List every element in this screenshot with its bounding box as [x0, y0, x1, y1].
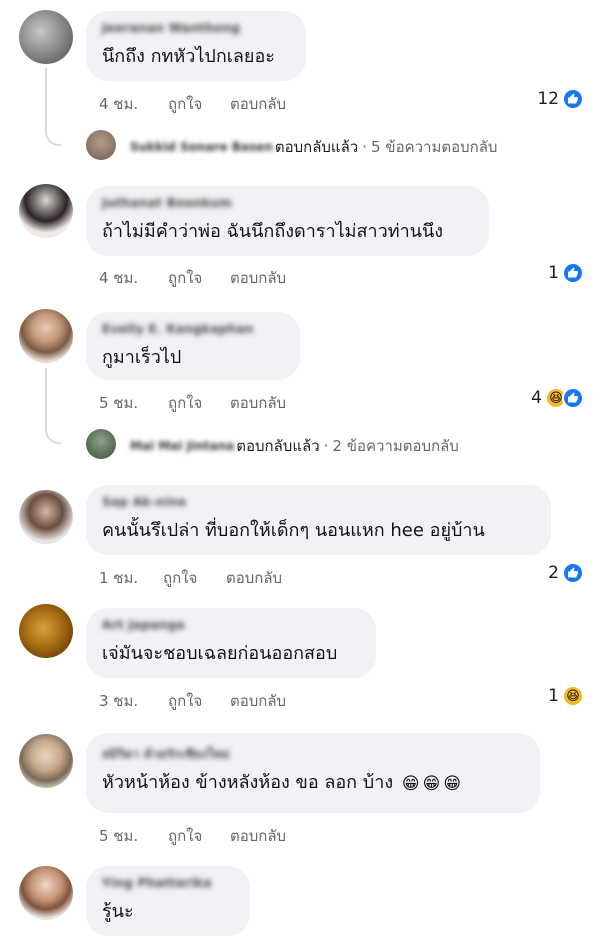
- like-button[interactable]: ถูกใจ: [168, 689, 202, 713]
- like-icon: [562, 262, 584, 284]
- comment-actions: 4 ชม. ถูกใจ ตอบกลับ: [99, 92, 359, 113]
- comment-bubble: สมิริดา ด้วยรักเชียงใหม่ หัวหน้าห้อง ข้า…: [86, 733, 540, 813]
- thread-connector: [45, 368, 61, 444]
- comment-bubble: Jeeranan Wanthong นึกถึง กทหัวไปกเลยอะ: [86, 11, 306, 81]
- avatar[interactable]: [19, 184, 73, 238]
- replied-label: ตอบกลับแล้ว: [274, 138, 359, 156]
- comment-text-content: หัวหน้าห้อง ข้างหลังห้อง ขอ ลอก บ้าง: [102, 772, 394, 793]
- comment-bubble: Art Japanga เจ่มันจะชอบเฉลยก่อนออกสอบ: [86, 608, 376, 678]
- reply-button[interactable]: ตอบกลับ: [230, 824, 286, 848]
- reply-avatar[interactable]: [86, 130, 116, 160]
- comment-text: กูมาเร็วไป: [102, 347, 182, 368]
- comment-time[interactable]: 4 ชม.: [99, 92, 138, 116]
- haha-icon: 😆: [562, 685, 584, 707]
- grinning-emoji-icon: 😁: [443, 774, 462, 794]
- reply-button[interactable]: ตอบกลับ: [230, 689, 286, 713]
- reaction-summary[interactable]: 2: [548, 561, 584, 585]
- comment-bubble: Sap Ak-nine คนนั้นรึเปล่า ที่บอกให้เด็กๆ…: [86, 485, 551, 555]
- comment-bubble: Evelly E. Kangkaphan กูมาเร็วไป: [86, 312, 300, 380]
- comment-author[interactable]: สมิริดา ด้วยรักเชียงใหม่: [102, 745, 522, 762]
- comment-bubble: Ying Phattarika รู้นะ: [86, 866, 250, 936]
- comment-author[interactable]: Evelly E. Kangkaphan: [102, 322, 282, 339]
- reply-button[interactable]: ตอบกลับ: [230, 391, 286, 415]
- reply-button[interactable]: ตอบกลับ: [226, 566, 282, 590]
- comment-actions: 1 ชม. ถูกใจ ตอบกลับ: [99, 566, 359, 587]
- comment-text: นึกถึง กทหัวไปกเลยอะ: [102, 46, 275, 67]
- grinning-emoji-icon: 😁: [422, 774, 441, 794]
- reply-count: 2 ข้อความตอบกลับ: [332, 437, 459, 455]
- reaction-count: 1: [548, 263, 559, 283]
- comment-time[interactable]: 4 ชม.: [99, 266, 138, 290]
- reaction-count: 2: [548, 563, 559, 583]
- avatar[interactable]: [19, 309, 73, 363]
- avatar[interactable]: [19, 604, 73, 658]
- comment-text: ถ้าไม่มีคำว่าพ่อ ฉันนึกถึงดาราไม่สาวท่าน…: [102, 221, 444, 242]
- reaction-summary[interactable]: 4 😆: [531, 386, 584, 410]
- like-button[interactable]: ถูกใจ: [168, 391, 202, 415]
- like-icon: [562, 562, 584, 584]
- comment-text: เจ่มันจะชอบเฉลยก่อนออกสอบ: [102, 643, 338, 664]
- comment-time[interactable]: 3 ชม.: [99, 689, 138, 713]
- comment-time[interactable]: 5 ชม.: [99, 391, 138, 415]
- comment-author[interactable]: Juthanat Boonkum: [102, 196, 471, 213]
- avatar[interactable]: [19, 10, 73, 64]
- comment-text: คนนั้นรึเปล่า ที่บอกให้เด็กๆ นอนแหก hee …: [102, 520, 485, 541]
- reply-button[interactable]: ตอบกลับ: [230, 266, 286, 290]
- comment-text: รู้นะ: [102, 901, 134, 922]
- like-icon: [562, 387, 584, 409]
- avatar[interactable]: [19, 490, 73, 544]
- grinning-emoji-icon: 😁: [401, 774, 420, 794]
- reaction-count: 1: [548, 686, 559, 706]
- like-icon: [562, 88, 584, 110]
- comment-text: หัวหน้าห้อง ข้างหลังห้อง ขอ ลอก บ้าง 😁 😁 😁: [102, 770, 522, 797]
- comment-bubble: Juthanat Boonkum ถ้าไม่มีคำว่าพ่อ ฉันนึก…: [86, 186, 489, 256]
- like-button[interactable]: ถูกใจ: [168, 266, 202, 290]
- reaction-count: 4: [531, 388, 542, 408]
- comment-time[interactable]: 1 ชม.: [99, 566, 138, 590]
- like-button[interactable]: ถูกใจ: [168, 824, 202, 848]
- like-button[interactable]: ถูกใจ: [163, 566, 197, 590]
- comment-author[interactable]: Ying Phattarika: [102, 876, 232, 893]
- reply-button[interactable]: ตอบกลับ: [230, 92, 286, 116]
- comment-author[interactable]: Art Japanga: [102, 618, 358, 635]
- reaction-summary[interactable]: 12: [537, 87, 584, 111]
- comment-actions: 4 ชม. ถูกใจ ตอบกลับ: [99, 266, 359, 287]
- reply-avatar[interactable]: [86, 429, 116, 459]
- reply-author: Sukkid Sonare Basen: [130, 140, 273, 154]
- avatar[interactable]: [19, 734, 73, 788]
- replied-label: ตอบกลับแล้ว: [236, 437, 320, 455]
- comment-author[interactable]: Jeeranan Wanthong: [102, 21, 288, 38]
- comment-actions: 5 ชม. ถูกใจ ตอบกลับ: [99, 824, 359, 845]
- comment-actions: 3 ชม. ถูกใจ ตอบกลับ: [99, 689, 359, 710]
- reaction-count: 12: [537, 89, 559, 109]
- like-button[interactable]: ถูกใจ: [168, 92, 202, 116]
- comment-actions: 5 ชม. ถูกใจ ตอบกลับ: [99, 391, 359, 412]
- comment-author[interactable]: Sap Ak-nine: [102, 495, 533, 512]
- reply-count: 5 ข้อความตอบกลับ: [371, 138, 498, 156]
- thread-connector: [45, 68, 61, 146]
- reaction-summary[interactable]: 1 😆: [548, 684, 584, 708]
- avatar[interactable]: [19, 866, 73, 920]
- view-replies-link[interactable]: Mai Mai Jintana ตอบกลับแล้ว · 2 ข้อความต…: [122, 434, 459, 458]
- comment-time[interactable]: 5 ชม.: [99, 824, 138, 848]
- reply-author: Mai Mai Jintana: [130, 439, 235, 453]
- reaction-summary[interactable]: 1: [548, 261, 584, 285]
- view-replies-link[interactable]: Sukkid Sonare Basen ตอบกลับแล้ว · 5 ข้อค…: [122, 135, 497, 159]
